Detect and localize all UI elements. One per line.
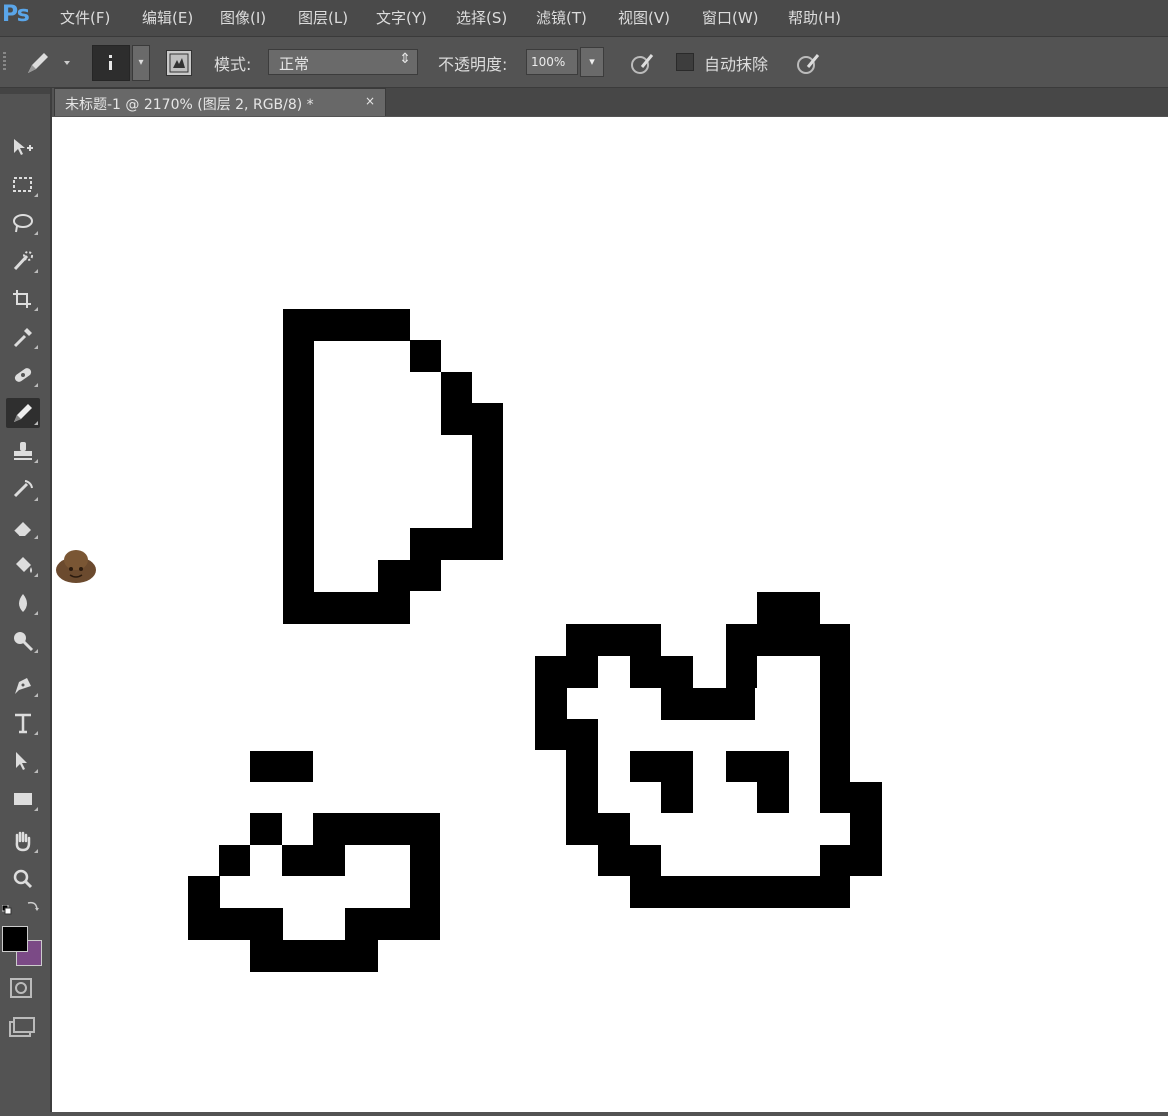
- dodge-icon: [14, 632, 34, 652]
- opacity-label: 不透明度:: [438, 55, 508, 74]
- lasso-icon: [13, 214, 33, 233]
- stamp-icon: [14, 442, 32, 460]
- screen-mode-icon[interactable]: [8, 1016, 38, 1040]
- menu-type[interactable]: 文字(Y): [376, 7, 427, 28]
- document-canvas[interactable]: [52, 117, 1168, 1112]
- marquee-tool[interactable]: [6, 170, 40, 200]
- menu-filter[interactable]: 滤镜(T): [536, 7, 587, 28]
- toolbox-grip[interactable]: [0, 88, 50, 94]
- tablet-pressure-opacity-icon[interactable]: [628, 49, 656, 77]
- mode-value: 正常: [279, 55, 310, 73]
- menu-edit[interactable]: 编辑(E): [142, 7, 193, 28]
- crop-icon: [13, 290, 31, 308]
- eyedropper-tool[interactable]: [6, 322, 40, 352]
- menu-window[interactable]: 窗口(W): [702, 7, 759, 28]
- pixel-shape-cat: [535, 592, 882, 908]
- close-icon[interactable]: ×: [365, 94, 375, 108]
- history-brush-icon: [13, 480, 33, 498]
- healing-brush-tool[interactable]: [6, 360, 40, 390]
- crop-tool[interactable]: [6, 284, 40, 314]
- swap-colors-icon[interactable]: [26, 898, 40, 912]
- pen-icon: [15, 678, 31, 694]
- pen-tool[interactable]: [6, 670, 40, 700]
- type-icon: [15, 713, 31, 734]
- document-tab-title: 未标题-1 @ 2170% (图层 2, RGB/8) *: [65, 97, 314, 113]
- menu-select[interactable]: 选择(S): [456, 7, 507, 28]
- dodge-tool[interactable]: [6, 626, 40, 656]
- quick-select-icon: [13, 251, 33, 271]
- brush-preset-picker[interactable]: [92, 45, 130, 81]
- rectangle-icon: [14, 793, 32, 805]
- eraser-tool[interactable]: [6, 512, 40, 542]
- mode-select[interactable]: 正常 ⇕: [268, 49, 418, 75]
- menu-file[interactable]: 文件(F): [60, 7, 110, 28]
- paint-bucket-icon: [16, 557, 32, 573]
- document-tab[interactable]: 未标题-1 @ 2170% (图层 2, RGB/8) * ×: [54, 88, 386, 116]
- opacity-slider-toggle[interactable]: ▾: [580, 47, 604, 77]
- marquee-icon: [13, 177, 32, 192]
- auto-erase-checkbox[interactable]: [676, 53, 694, 71]
- pixel-shape-d: [283, 309, 503, 624]
- eyedropper-icon: [13, 328, 32, 348]
- menu-help[interactable]: 帮助(H): [788, 7, 841, 28]
- hand-icon: [15, 831, 31, 852]
- zoom-tool[interactable]: [6, 864, 40, 894]
- menu-view[interactable]: 视图(V): [618, 7, 670, 28]
- document-tab-strip: [386, 88, 1168, 116]
- tool-preset-picker[interactable]: [24, 49, 72, 77]
- bandage-icon: [14, 368, 32, 382]
- brush-panel-toggle-icon[interactable]: [166, 50, 192, 76]
- chevron-down-icon[interactable]: ▾: [132, 45, 150, 81]
- pencil-icon: [14, 404, 32, 422]
- pixel-art-layer: [188, 309, 882, 972]
- history-brush-tool[interactable]: [6, 474, 40, 504]
- hand-tool[interactable]: [6, 826, 40, 856]
- foreground-color-swatch[interactable]: [2, 926, 28, 952]
- path-select-icon: [16, 752, 27, 770]
- move-icon: [14, 139, 33, 155]
- tablet-pressure-size-icon[interactable]: [794, 49, 822, 77]
- photoshop-logo: Ps: [2, 2, 30, 27]
- auto-erase-label: 自动抹除: [704, 55, 769, 74]
- opacity-value: 100%: [531, 55, 566, 69]
- pencil-preset-icon: [28, 53, 70, 73]
- blur-tool[interactable]: [6, 588, 40, 618]
- quick-select-tool[interactable]: [6, 246, 40, 276]
- eraser-icon: [13, 522, 31, 537]
- move-tool[interactable]: [6, 132, 40, 162]
- rectangle-tool[interactable]: [6, 784, 40, 814]
- select-arrows-icon: ⇕: [399, 51, 411, 67]
- mode-label: 模式:: [214, 55, 252, 74]
- path-select-tool[interactable]: [6, 746, 40, 776]
- default-colors-icon[interactable]: [1, 900, 12, 915]
- mascot-cursor-icon: [54, 544, 100, 588]
- type-tool[interactable]: [6, 708, 40, 738]
- blur-drop-icon: [19, 594, 27, 612]
- paint-bucket-tool[interactable]: [6, 550, 40, 580]
- options-bar-grip[interactable]: [3, 52, 6, 72]
- menu-image[interactable]: 图像(I): [220, 7, 266, 28]
- brush-size-indicator: [109, 55, 112, 58]
- lasso-tool[interactable]: [6, 208, 40, 238]
- menu-bar: Ps 文件(F) 编辑(E) 图像(I) 图层(L) 文字(Y) 选择(S) 滤…: [0, 0, 1168, 37]
- pencil-tool[interactable]: [6, 398, 40, 428]
- quick-mask-icon[interactable]: [8, 976, 34, 1000]
- clone-stamp-tool[interactable]: [6, 436, 40, 466]
- menu-layer[interactable]: 图层(L): [298, 7, 348, 28]
- opacity-input[interactable]: 100%: [526, 49, 578, 75]
- zoom-icon: [13, 869, 33, 889]
- pixel-shape-small: [188, 751, 440, 972]
